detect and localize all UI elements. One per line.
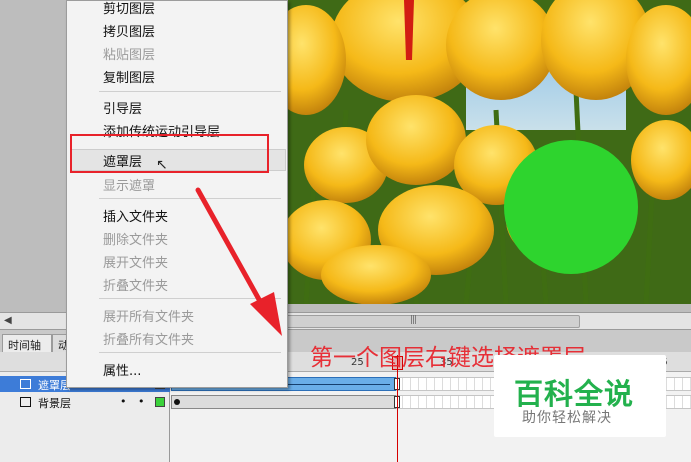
menu-separator: [99, 352, 281, 353]
menu-item-duplicate-layer[interactable]: 复制图层: [103, 67, 155, 86]
tulip-image: [286, 0, 691, 304]
menu-item-paste-layer[interactable]: 粘贴图层: [103, 44, 155, 63]
menu-item-cut-layer[interactable]: 剪切图层: [103, 0, 155, 17]
layer-row-background[interactable]: 背景层 • •: [0, 394, 170, 410]
menu-item-properties[interactable]: 属性...: [103, 360, 141, 379]
tab-timeline[interactable]: 时间轴: [2, 334, 52, 352]
menu-separator: [99, 91, 281, 92]
layer-icon: [20, 379, 31, 389]
layer-name[interactable]: 背景层: [38, 395, 71, 411]
green-circle-shape[interactable]: [504, 140, 638, 274]
lock-dot-icon[interactable]: •: [138, 395, 145, 408]
highlight-box: [70, 134, 269, 173]
watermark-logo: 百科全说 助你轻松解决: [494, 355, 666, 437]
menu-item-copy-layer[interactable]: 拷贝图层: [103, 21, 155, 40]
watermark-subtitle: 助你轻松解决: [522, 410, 612, 426]
keyframe-dot[interactable]: [174, 399, 180, 405]
scroll-grip-icon: |||: [410, 315, 417, 325]
annotation-arrow-icon: [195, 187, 282, 336]
menu-item-collapse-all-folders[interactable]: 折叠所有文件夹: [103, 329, 194, 348]
tulip-photo: [286, 0, 691, 304]
menu-item-delete-folder[interactable]: 删除文件夹: [103, 229, 168, 248]
menu-item-expand-folder[interactable]: 展开文件夹: [103, 252, 168, 271]
chevron-left-icon[interactable]: ◀: [4, 315, 12, 326]
static-frame-span[interactable]: [171, 395, 396, 409]
visibility-dot-icon[interactable]: •: [120, 395, 127, 408]
layer-icon: [20, 397, 31, 407]
menu-item-insert-folder[interactable]: 插入文件夹: [103, 206, 168, 225]
menu-item-expand-all-folders[interactable]: 展开所有文件夹: [103, 306, 194, 325]
menu-item-guide[interactable]: 引导层: [103, 98, 142, 117]
menu-item-collapse-folder[interactable]: 折叠文件夹: [103, 275, 168, 294]
outline-color-box[interactable]: [155, 397, 165, 407]
menu-item-show-masking[interactable]: 显示遮罩: [103, 175, 155, 194]
